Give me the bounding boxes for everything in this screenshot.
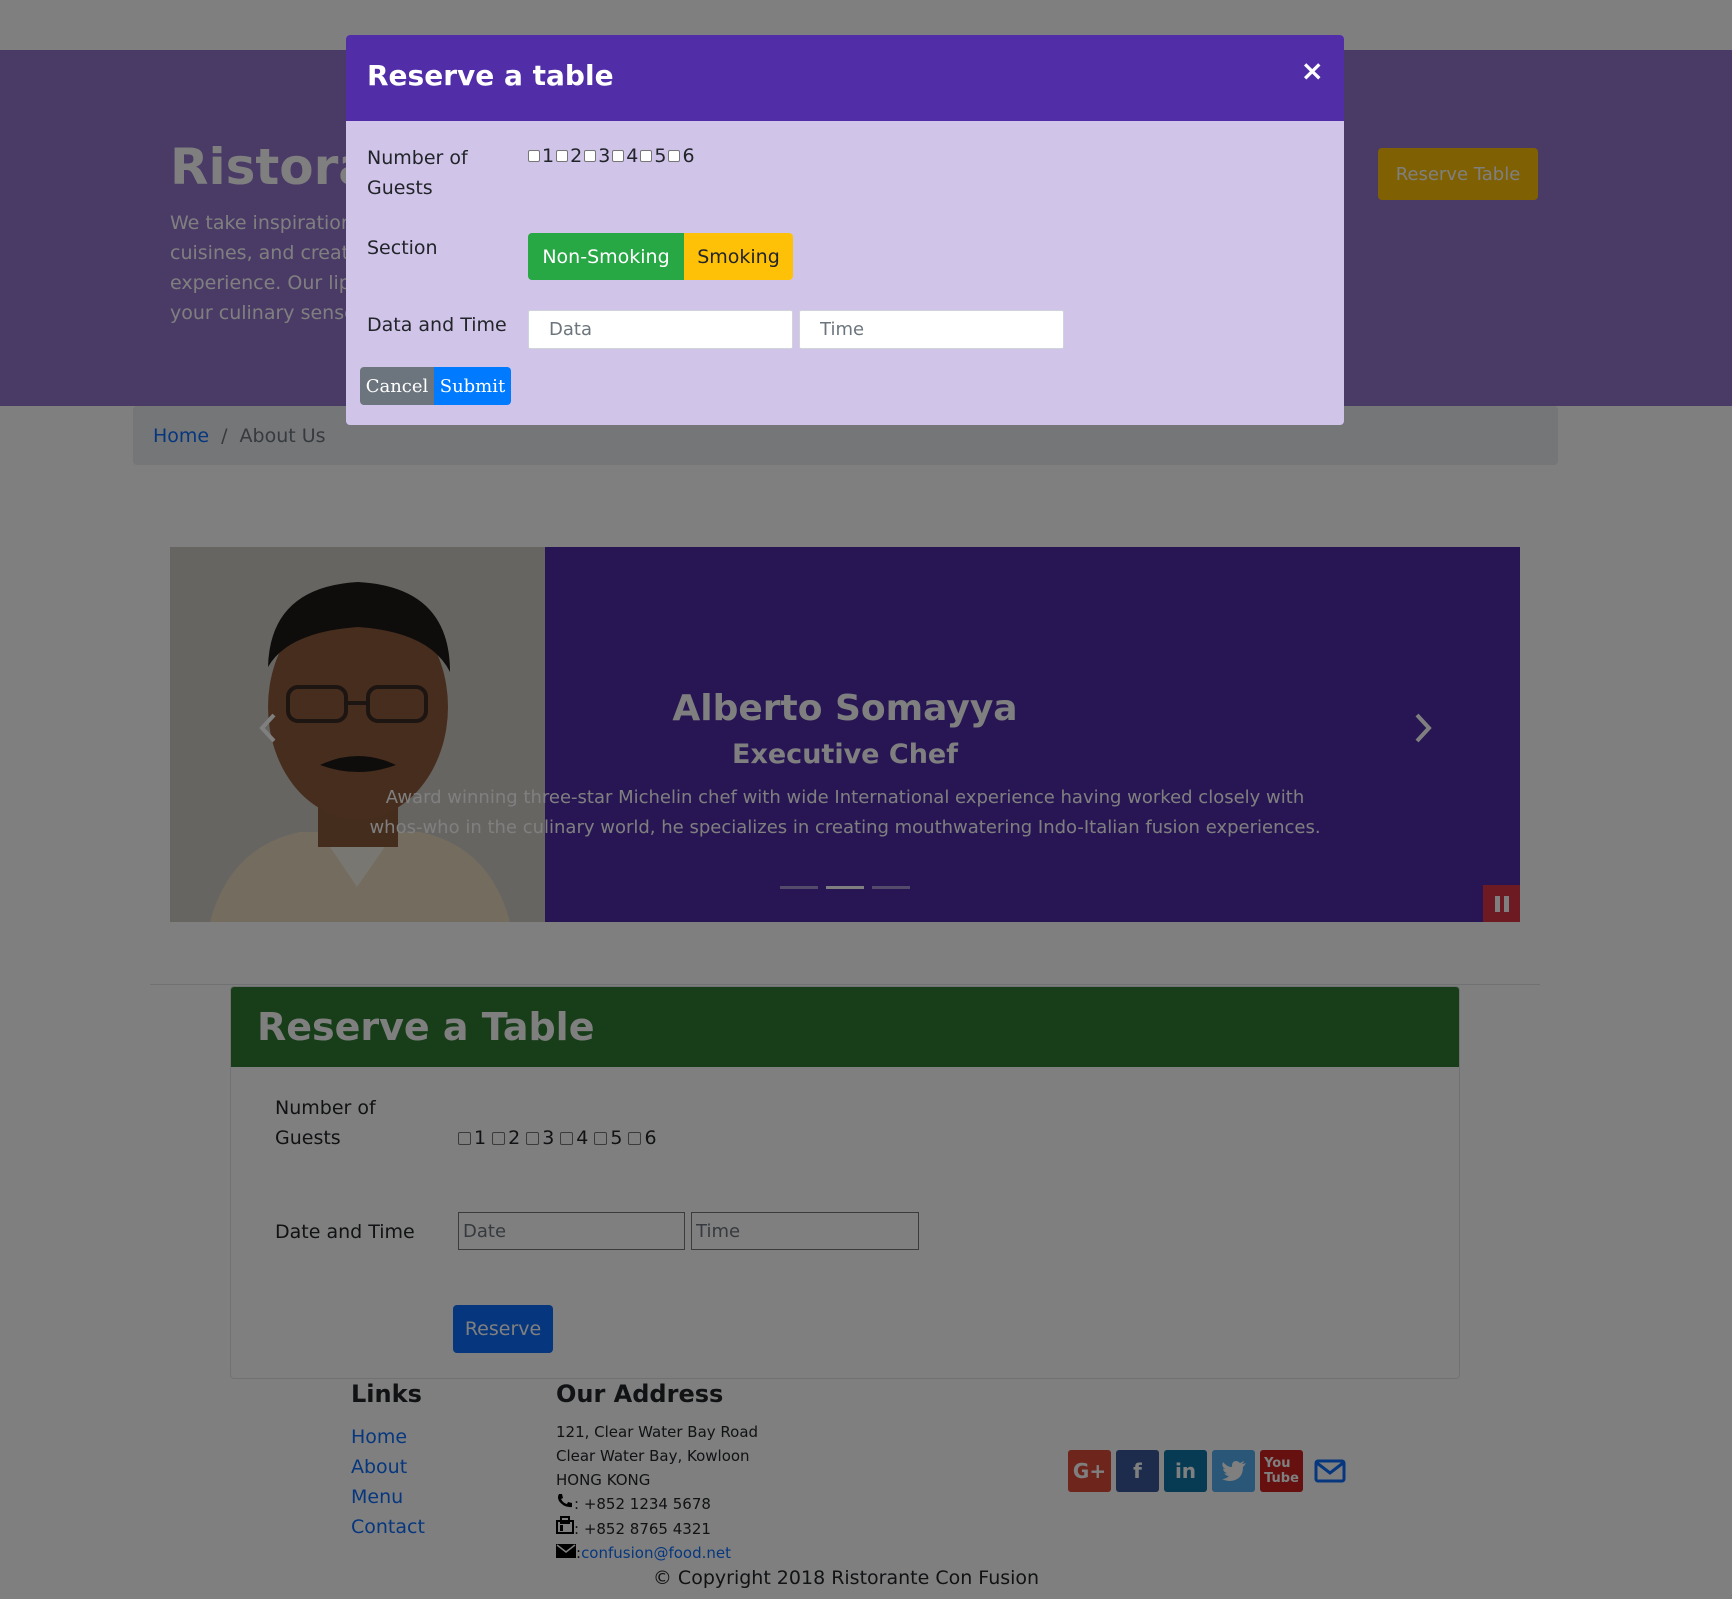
modal-date-input[interactable] bbox=[528, 310, 793, 349]
cancel-button[interactable]: Cancel bbox=[360, 367, 434, 405]
modal-guest-option-label: 1 bbox=[542, 145, 555, 167]
non-smoking-button[interactable]: Non-Smoking bbox=[528, 233, 684, 280]
modal-title: Reserve a table bbox=[367, 59, 614, 92]
smoking-button[interactable]: Smoking bbox=[684, 233, 793, 280]
modal-time-input[interactable] bbox=[799, 310, 1064, 349]
modal-guest-checkbox[interactable] bbox=[528, 150, 540, 162]
submit-button[interactable]: Submit bbox=[434, 367, 511, 405]
modal-guest-checkbox[interactable] bbox=[584, 150, 597, 162]
modal-guest-option-label: 6 bbox=[682, 145, 695, 167]
modal-guest-option-label: 4 bbox=[626, 145, 639, 167]
modal-section-label: Section bbox=[367, 237, 438, 259]
modal-guest-checkbox[interactable] bbox=[612, 150, 625, 162]
close-icon[interactable]: × bbox=[1301, 57, 1324, 85]
modal-guest-option-label: 5 bbox=[654, 145, 667, 167]
section-toggle-group: Non-Smoking Smoking bbox=[528, 233, 793, 280]
modal-guests-checkboxes: 1 2 3 4 5 6 bbox=[528, 145, 697, 167]
modal-guests-label-line2: Guests bbox=[367, 177, 433, 199]
modal-guest-checkbox[interactable] bbox=[668, 150, 681, 162]
modal-guests-label-line1: Number of bbox=[367, 147, 468, 169]
modal-guest-checkbox[interactable] bbox=[556, 150, 569, 162]
reserve-modal: Reserve a table × Number of Guests 1 2 3… bbox=[346, 35, 1344, 425]
modal-guests-label: Number of Guests bbox=[367, 143, 468, 203]
modal-header: Reserve a table × bbox=[346, 35, 1344, 121]
modal-guest-option-label: 3 bbox=[598, 145, 611, 167]
modal-datetime-label: Data and Time bbox=[367, 314, 507, 336]
modal-guest-option-label: 2 bbox=[570, 145, 583, 167]
modal-guest-checkbox[interactable] bbox=[640, 150, 653, 162]
